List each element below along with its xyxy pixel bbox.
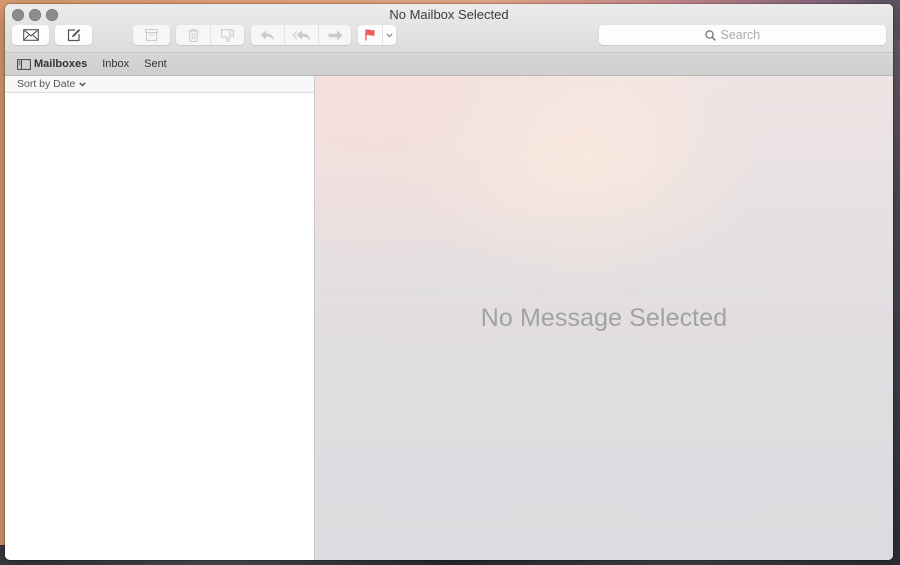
get-mail-button[interactable] <box>12 25 49 45</box>
mailboxes-toggle-button[interactable]: Mailboxes <box>17 58 87 70</box>
mail-window: No Mailbox Selected Search Mailboxes Inb… <box>5 4 893 560</box>
message-list[interactable]: Sort by Date <box>5 76 315 560</box>
mailboxes-label: Mailboxes <box>34 58 88 70</box>
reply-all-button[interactable] <box>284 25 318 45</box>
search-icon <box>704 29 716 41</box>
forward-icon <box>328 30 342 40</box>
sort-menu[interactable]: Sort by Date <box>5 76 314 93</box>
trash-icon <box>188 28 198 42</box>
sidebar-icon <box>17 58 31 70</box>
favorite-inbox-label: Inbox <box>102 58 130 70</box>
reply-all-icon <box>292 30 311 40</box>
junk-button[interactable] <box>210 25 244 45</box>
message-viewer: No Message Selected <box>315 76 893 560</box>
envelope-icon <box>22 29 39 41</box>
search-field[interactable] <box>599 25 886 45</box>
forward-button[interactable] <box>318 25 351 45</box>
delete-button[interactable] <box>176 25 210 45</box>
thumbs-down-icon <box>221 28 234 42</box>
archive-button[interactable] <box>133 25 170 45</box>
delete-junk-group <box>176 25 244 45</box>
reply-group <box>251 25 351 45</box>
favorite-sent[interactable]: Sent <box>144 58 167 70</box>
sort-label: Sort by Date <box>17 78 76 90</box>
no-message-placeholder: No Message Selected <box>480 304 728 332</box>
compose-icon <box>67 29 80 42</box>
favorites-bar: Mailboxes Inbox Sent <box>5 53 893 76</box>
reply-icon <box>260 30 275 40</box>
flag-button[interactable] <box>358 25 382 45</box>
window-title: No Mailbox Selected <box>389 7 509 22</box>
chevron-down-icon <box>386 32 393 37</box>
title-bar: No Mailbox Selected <box>5 4 893 53</box>
favorite-inbox[interactable]: Inbox <box>102 58 129 70</box>
reply-button[interactable] <box>251 25 284 45</box>
search-input[interactable] <box>720 28 781 42</box>
flag-group <box>358 25 396 45</box>
chevron-down-icon <box>79 81 87 87</box>
favorite-sent-label: Sent <box>144 58 167 70</box>
archive-icon <box>145 29 158 41</box>
flag-icon <box>365 29 375 41</box>
flag-menu-button[interactable] <box>382 25 396 45</box>
compose-button[interactable] <box>55 25 92 45</box>
